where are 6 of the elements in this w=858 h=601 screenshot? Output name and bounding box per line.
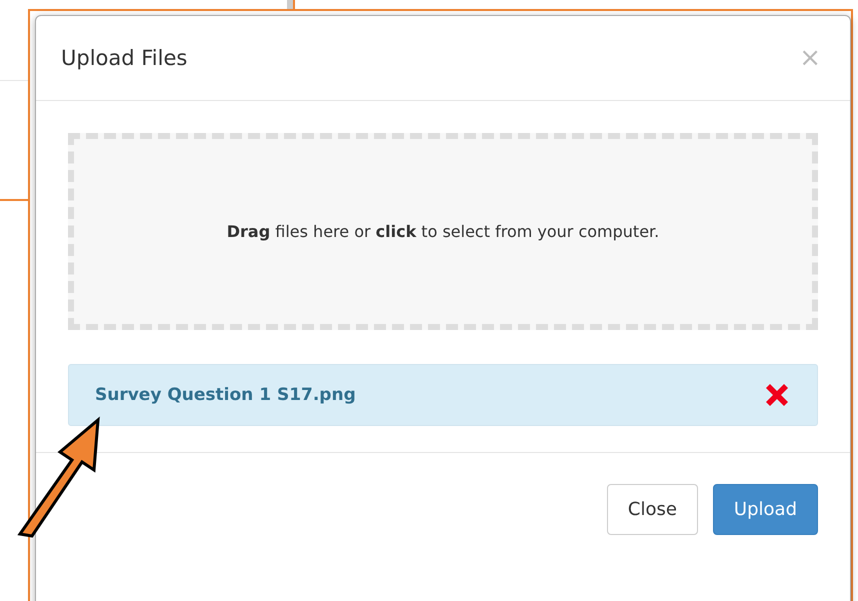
dialog-title: Upload Files	[61, 46, 188, 70]
drop-zone[interactable]: Drag files here or click to select from your computer.	[68, 133, 818, 330]
close-button[interactable]: Close	[606, 484, 698, 535]
upload-button[interactable]: Upload	[712, 484, 818, 535]
drop-zone-text: Drag files here or click to select from your computer.	[226, 222, 660, 241]
file-name: Survey Question 1 S17.png	[95, 385, 356, 405]
